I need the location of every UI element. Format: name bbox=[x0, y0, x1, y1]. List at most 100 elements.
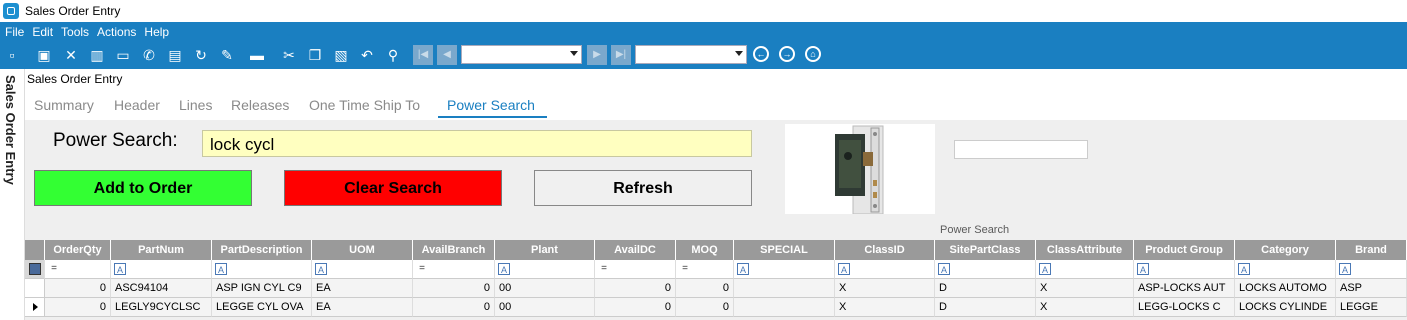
home-icon[interactable]: ⌂ bbox=[805, 46, 821, 62]
filter-plant[interactable]: A bbox=[495, 260, 595, 279]
new-icon[interactable]: ▫ bbox=[3, 46, 21, 64]
table-cell[interactable]: EA bbox=[312, 279, 413, 298]
back-icon[interactable]: ← bbox=[753, 46, 769, 62]
table-cell[interactable]: ASP-LOCKS AUT bbox=[1134, 279, 1235, 298]
table-cell[interactable]: 0 bbox=[413, 279, 495, 298]
table-cell[interactable]: LOCKS AUTOMO bbox=[1235, 279, 1336, 298]
cut-icon[interactable]: ✂ bbox=[280, 46, 298, 64]
menu-actions[interactable]: Actions bbox=[97, 25, 136, 39]
filter-classid[interactable]: A bbox=[835, 260, 935, 279]
table-cell[interactable]: 0 bbox=[595, 298, 676, 317]
col-partnum[interactable]: PartNum bbox=[111, 240, 212, 260]
filter-classattribute[interactable]: A bbox=[1036, 260, 1134, 279]
table-cell[interactable] bbox=[734, 279, 835, 298]
table-cell[interactable]: LEGLY9CYCLSC bbox=[111, 298, 212, 317]
menu-file[interactable]: File bbox=[5, 25, 24, 39]
table-cell[interactable]: LEGGE bbox=[1336, 298, 1407, 317]
table-cell[interactable]: X bbox=[835, 298, 935, 317]
filter-moq[interactable]: = bbox=[676, 260, 734, 279]
filter-category[interactable]: A bbox=[1235, 260, 1336, 279]
table-cell[interactable]: ASP IGN CYL C9 bbox=[212, 279, 312, 298]
print-icon[interactable]: ▬ bbox=[248, 46, 266, 64]
table-cell[interactable]: ASC94104 bbox=[111, 279, 212, 298]
tab-summary[interactable]: Summary bbox=[34, 97, 94, 113]
power-search-input[interactable]: lock cycl bbox=[202, 130, 752, 157]
tab-one-time-ship-to[interactable]: One Time Ship To bbox=[309, 97, 420, 113]
menu-help[interactable]: Help bbox=[144, 25, 169, 39]
table-cell[interactable]: D bbox=[935, 298, 1036, 317]
col-uom[interactable]: UOM bbox=[312, 240, 413, 260]
col-classattribute[interactable]: ClassAttribute bbox=[1036, 240, 1134, 260]
last-record-button[interactable]: ▶| bbox=[611, 45, 631, 65]
delete-icon[interactable]: ✕ bbox=[62, 46, 80, 64]
table-cell[interactable] bbox=[734, 298, 835, 317]
first-record-button[interactable]: |◀ bbox=[413, 45, 433, 65]
table-cell[interactable]: EA bbox=[312, 298, 413, 317]
row-selector[interactable] bbox=[25, 298, 45, 317]
forward-icon[interactable]: → bbox=[779, 46, 795, 62]
search-icon[interactable]: ⚲ bbox=[384, 46, 402, 64]
table-cell[interactable]: 0 bbox=[595, 279, 676, 298]
next-record-button[interactable]: ▶ bbox=[587, 45, 607, 65]
table-cell[interactable]: LOCKS CYLINDE bbox=[1235, 298, 1336, 317]
phone-icon[interactable]: ✆ bbox=[140, 46, 158, 64]
note-icon[interactable]: ▭ bbox=[114, 46, 132, 64]
book-icon[interactable]: ▥ bbox=[88, 46, 106, 64]
copy-icon[interactable]: ❐ bbox=[306, 46, 324, 64]
filter-availdc[interactable]: = bbox=[595, 260, 676, 279]
table-cell[interactable]: ASP bbox=[1336, 279, 1407, 298]
menu-tools[interactable]: Tools bbox=[61, 25, 89, 39]
table-cell[interactable]: 0 bbox=[676, 298, 734, 317]
filter-orderqty[interactable]: = bbox=[45, 260, 111, 279]
row-selector[interactable] bbox=[25, 279, 45, 298]
filter-partdescription[interactable]: A bbox=[212, 260, 312, 279]
col-sitepartclass[interactable]: SitePartClass bbox=[935, 240, 1036, 260]
col-brand[interactable]: Brand bbox=[1336, 240, 1407, 260]
add-to-order-button[interactable]: Add to Order bbox=[34, 170, 252, 206]
col-product-group[interactable]: Product Group bbox=[1134, 240, 1235, 260]
paste-icon[interactable]: ▧ bbox=[332, 46, 350, 64]
filter-partnum[interactable]: A bbox=[111, 260, 212, 279]
undo-icon[interactable]: ↶ bbox=[358, 46, 376, 64]
table-cell[interactable]: X bbox=[1036, 298, 1134, 317]
col-special[interactable]: SPECIAL bbox=[734, 240, 835, 260]
col-orderqty[interactable]: OrderQty bbox=[45, 240, 111, 260]
table-cell[interactable]: LEGGE CYL OVA bbox=[212, 298, 312, 317]
table-cell[interactable]: X bbox=[1036, 279, 1134, 298]
previous-record-button[interactable]: ◀ bbox=[437, 45, 457, 65]
filter-special[interactable]: A bbox=[734, 260, 835, 279]
filter-product-group[interactable]: A bbox=[1134, 260, 1235, 279]
col-plant[interactable]: Plant bbox=[495, 240, 595, 260]
table-cell[interactable]: D bbox=[935, 279, 1036, 298]
menu-edit[interactable]: Edit bbox=[32, 25, 53, 39]
col-category[interactable]: Category bbox=[1235, 240, 1336, 260]
table-cell[interactable]: 0 bbox=[413, 298, 495, 317]
filter-sitepartclass[interactable]: A bbox=[935, 260, 1036, 279]
table-cell[interactable]: 00 bbox=[495, 279, 595, 298]
filter-brand[interactable]: A bbox=[1336, 260, 1407, 279]
clear-search-button[interactable]: Clear Search bbox=[284, 170, 502, 206]
table-cell[interactable]: 0 bbox=[676, 279, 734, 298]
layer-selector[interactable] bbox=[635, 45, 747, 64]
refresh-icon[interactable]: ↻ bbox=[192, 46, 210, 64]
col-classid[interactable]: ClassID bbox=[835, 240, 935, 260]
record-selector[interactable] bbox=[461, 45, 582, 64]
tab-header[interactable]: Header bbox=[114, 97, 160, 113]
col-moq[interactable]: MOQ bbox=[676, 240, 734, 260]
table-cell[interactable]: X bbox=[835, 279, 935, 298]
clear-icon[interactable]: ✎ bbox=[218, 46, 236, 64]
table-cell[interactable]: 00 bbox=[495, 298, 595, 317]
col-partdescription[interactable]: PartDescription bbox=[212, 240, 312, 260]
filter-icon[interactable] bbox=[29, 263, 41, 275]
refresh-button[interactable]: Refresh bbox=[534, 170, 752, 206]
tab-lines[interactable]: Lines bbox=[179, 97, 212, 113]
tab-releases[interactable]: Releases bbox=[231, 97, 289, 113]
filter-availbranch[interactable]: = bbox=[413, 260, 495, 279]
tab-power-search[interactable]: Power Search bbox=[447, 97, 535, 113]
col-availbranch[interactable]: AvailBranch bbox=[413, 240, 495, 260]
col-availdc[interactable]: AvailDC bbox=[595, 240, 676, 260]
table-cell[interactable]: 0 bbox=[45, 298, 111, 317]
table-cell[interactable]: LEGG-LOCKS C bbox=[1134, 298, 1235, 317]
filter-uom[interactable]: A bbox=[312, 260, 413, 279]
attachment-icon[interactable]: ▤ bbox=[166, 46, 184, 64]
